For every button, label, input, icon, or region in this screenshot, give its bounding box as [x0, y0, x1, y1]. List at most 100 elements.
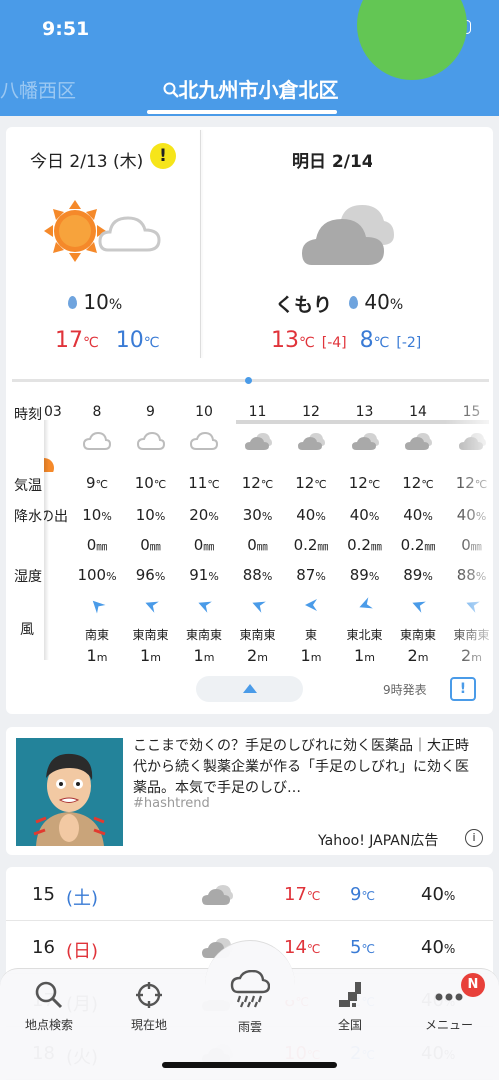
tomorrow-low-value: 8	[359, 328, 374, 353]
label-precip: 降水	[14, 509, 42, 525]
tab-menu-label: メニュー	[424, 1018, 473, 1032]
hour-rain: 0㎜	[461, 536, 482, 554]
hour-humidity: 91%	[189, 566, 219, 584]
menu-badge: N	[461, 973, 485, 997]
hour-precip: 10%	[135, 506, 166, 524]
weekly-date: 16	[32, 937, 55, 958]
current-location-tab[interactable]: 北九州市小倉北区	[148, 74, 353, 103]
today-title: 今日 2/13 (木)	[30, 152, 144, 172]
sun-cloud-icon	[44, 200, 161, 262]
hour-wind-speed: 2m	[247, 646, 268, 665]
cloud-icon	[82, 431, 112, 451]
page-slider-dot[interactable]	[245, 377, 252, 384]
wind-arrow-icon	[144, 601, 159, 613]
tab-current-location[interactable]: 現在地	[104, 980, 194, 1033]
label-time: 時刻	[14, 407, 42, 423]
japan-map-icon	[339, 982, 361, 1007]
today-high: 17℃	[55, 328, 99, 353]
wind-arrow-icon	[465, 601, 480, 613]
hour-precip: 20%	[189, 506, 219, 524]
cloudy-icon	[458, 431, 486, 451]
hour-wind-dir: 東南東	[239, 628, 276, 642]
weekly-low: 9℃	[350, 884, 375, 905]
today-precip: 10%	[68, 290, 122, 314]
tomorrow-low: 8℃ [-2]	[360, 328, 422, 353]
temp-unit: ℃	[83, 335, 99, 351]
hour-temp: 11℃	[188, 474, 220, 492]
hourly-left-shadow	[44, 420, 49, 660]
warning-icon[interactable]: !	[150, 143, 176, 169]
hour-temp: 12℃	[295, 474, 327, 492]
tab-nationwide[interactable]: 全国	[305, 980, 395, 1033]
weekly-precip: 40%	[421, 884, 456, 905]
tab-search-label: 地点検索	[24, 1018, 73, 1032]
hour-rain: 0.2㎜	[293, 536, 329, 554]
today-low: 10℃	[116, 328, 160, 353]
hourly-forecast[interactable]: 8 9℃ 10% 0㎜ 100% 南東 1m 9 10℃ 10% 0㎜ 96% 東南東 1m 10 11℃ 20…	[48, 398, 489, 668]
wind-arrow-icon	[92, 600, 106, 614]
wind-arrow-icon	[251, 601, 266, 613]
label-temp: 気温	[14, 478, 42, 494]
tab-search[interactable]: 地点検索	[4, 980, 94, 1033]
ad-text[interactable]: ここまで効くの？手足のしびれに効く医薬品｜大正時代から続く製薬企業が作る「手足の…	[133, 736, 478, 799]
cloudy-icon	[297, 431, 325, 451]
ad-info-icon[interactable]: i	[465, 829, 483, 847]
current-location-label: 北九州市小倉北区	[178, 78, 339, 102]
pct-unit: %	[389, 297, 404, 313]
pct-unit: %	[108, 297, 123, 313]
hour-wind-speed: 1m	[86, 646, 108, 665]
temp-unit: ℃	[299, 335, 315, 351]
hour-wind-dir: 東南東	[453, 628, 489, 642]
tomorrow-low-diff: [-2]	[396, 335, 422, 351]
tab-rain-cloud[interactable]: 雨雲	[205, 970, 295, 1035]
wind-arrow-icon	[358, 597, 373, 609]
home-indicator	[162, 1062, 337, 1068]
hour-precip: 40%	[456, 506, 487, 524]
tomorrow-high-diff: [-4]	[321, 335, 347, 351]
weekly-high: 17℃	[284, 884, 321, 905]
hour-rain: 0㎜	[247, 536, 268, 554]
hour-wind-dir: 東北東	[346, 628, 383, 642]
hour-precip: 30%	[242, 506, 273, 524]
hour-temp: 9℃	[86, 474, 108, 492]
hour-wind-speed: 2m	[461, 646, 482, 665]
today-precip-value: 10	[83, 290, 109, 314]
hour-wind-dir: 東	[304, 628, 317, 642]
hour-humidity: 88%	[456, 566, 487, 584]
feedback-icon[interactable]: !	[450, 677, 476, 701]
tomorrow-high: 13℃ [-4]	[271, 328, 347, 353]
hour-label: 9	[146, 404, 155, 420]
weekly-precip: 40%	[421, 937, 456, 958]
hour-label: 10	[195, 404, 213, 420]
hour-precip: 40%	[403, 506, 433, 524]
ad-image[interactable]	[16, 738, 123, 846]
temp-unit: ℃	[143, 335, 160, 351]
tomorrow-title: 明日 2/14 (金)	[292, 152, 372, 172]
prev-location-tab[interactable]: 八幡西区	[0, 76, 92, 103]
tab-underline	[147, 110, 337, 114]
ad-illustration	[16, 738, 123, 846]
weekly-row[interactable]: 15 (土) 17℃ 9℃ 40%	[6, 868, 493, 921]
temp-unit: ℃	[373, 335, 390, 351]
search-icon	[35, 981, 63, 1009]
collapse-hourly-button[interactable]	[196, 676, 303, 702]
weekly-dow: (日)	[66, 941, 99, 962]
hour-rain: 0㎜	[193, 536, 215, 554]
hour-rain: 0.2㎜	[347, 536, 382, 554]
hour-precip: 40%	[349, 506, 380, 524]
label-wind: 風	[20, 622, 34, 638]
hour-temp: 12℃	[455, 474, 488, 492]
hour-temp: 12℃	[402, 474, 434, 492]
hour-humidity: 89%	[349, 566, 380, 584]
wind-arrow-icon	[198, 601, 212, 613]
hour-wind-speed: 1m	[354, 646, 375, 665]
hour-label: 14	[409, 404, 427, 420]
cloudy-icon	[404, 431, 432, 451]
tomorrow-precip: 40%	[349, 290, 403, 314]
weekly-low: 5℃	[350, 937, 375, 958]
rain-cloud-icon	[230, 970, 270, 1008]
hour-label: 8	[92, 404, 102, 420]
hour-rain: 0㎜	[86, 536, 108, 554]
tomorrow-temps: 13℃ [-4] 8℃ [-2]	[271, 328, 421, 353]
raindrop-icon	[349, 296, 358, 309]
